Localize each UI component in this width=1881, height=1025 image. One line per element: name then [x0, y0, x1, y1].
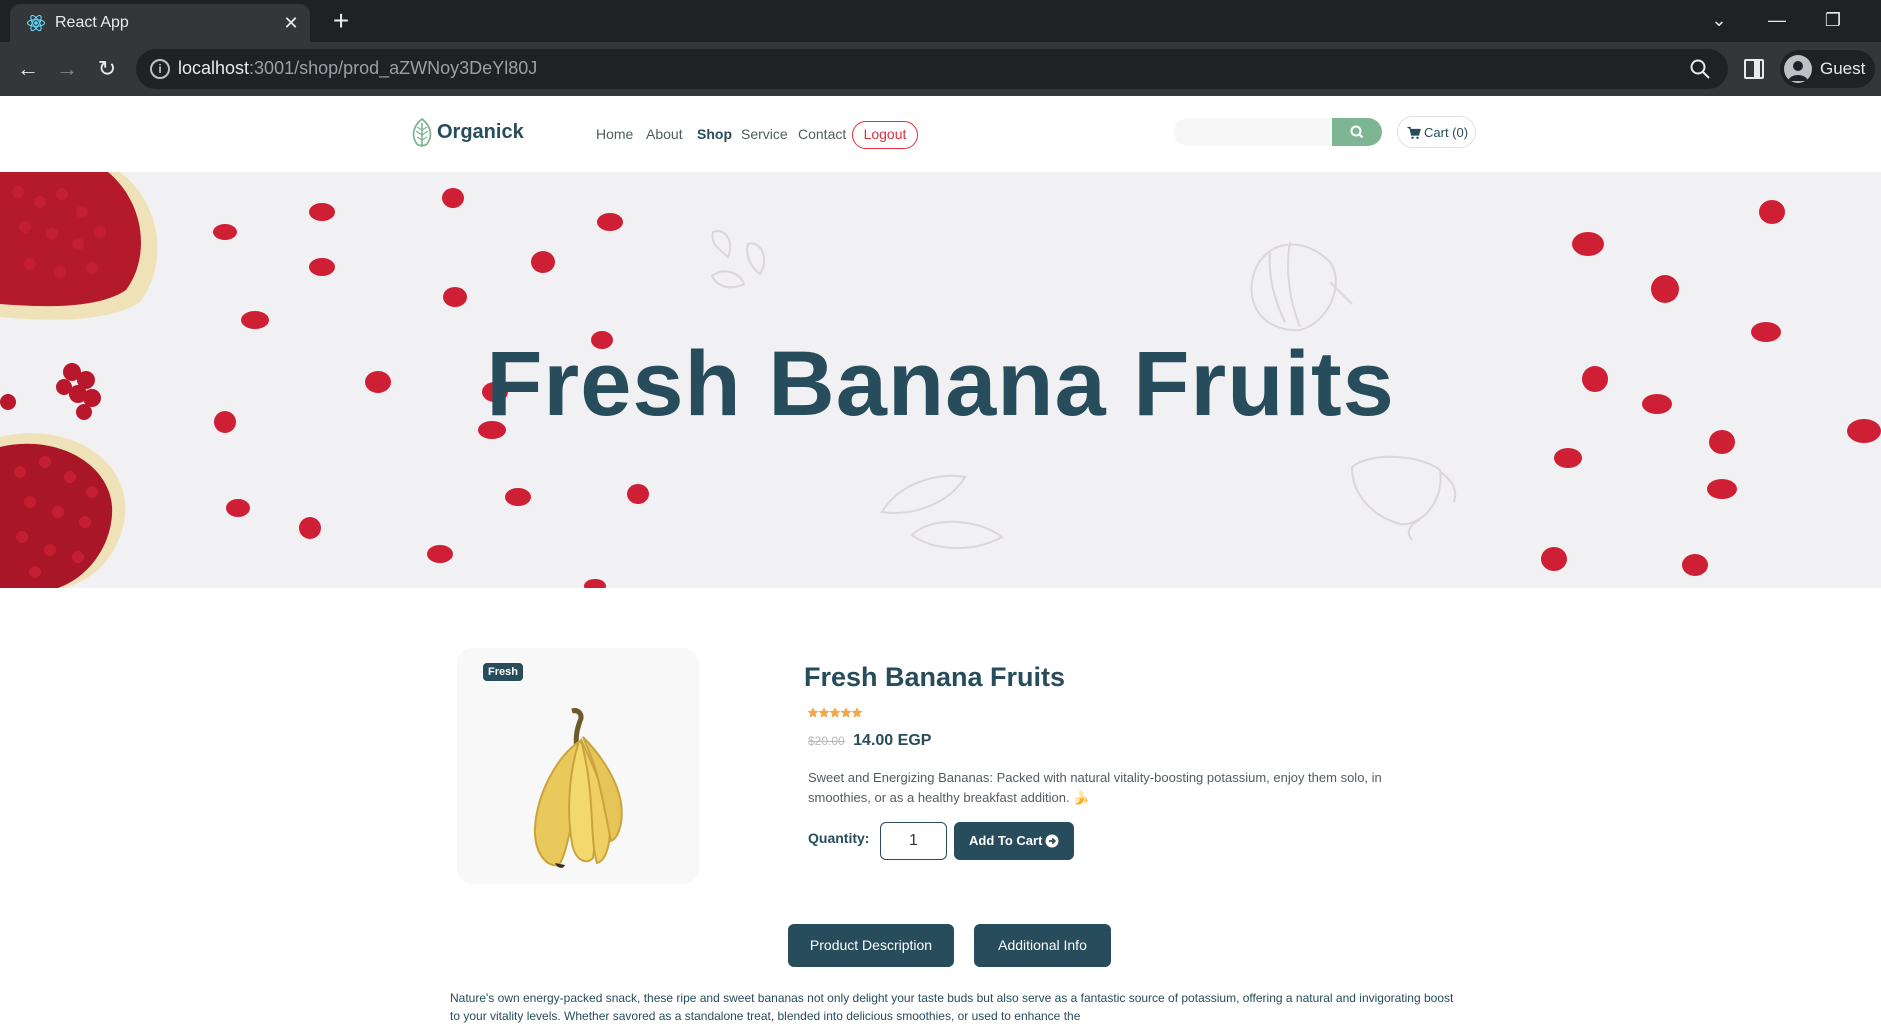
- hero-title: Fresh Banana Fruits: [486, 333, 1395, 435]
- add-to-cart-label: Add To Cart: [969, 833, 1043, 848]
- price-row: $20.00 14.00 EGP: [808, 732, 931, 750]
- minimize-icon[interactable]: —: [1762, 6, 1792, 34]
- new-tab-button[interactable]: +: [326, 6, 356, 36]
- cart-button[interactable]: Cart (0): [1397, 116, 1476, 148]
- nav-home[interactable]: Home: [596, 126, 633, 142]
- product-title: Fresh Banana Fruits: [804, 662, 1066, 692]
- side-panel-icon[interactable]: [1744, 59, 1764, 79]
- current-price: 14.00 EGP: [853, 732, 932, 749]
- hero-banner: Fresh Banana Fruits: [0, 172, 1881, 588]
- cart-icon: [1407, 126, 1421, 139]
- tab-title: React App: [55, 14, 129, 31]
- browser-toolbar: ← → ↻ i localhost:3001/shop/prod_aZWNoy3…: [0, 42, 1881, 96]
- nav-service[interactable]: Service: [741, 126, 788, 142]
- browser-tab[interactable]: React App ✕: [10, 4, 310, 42]
- old-price: $20.00: [808, 734, 845, 748]
- search-input[interactable]: [1174, 118, 1334, 146]
- star-rating: [807, 707, 863, 718]
- search-button[interactable]: [1332, 118, 1382, 146]
- url-text[interactable]: localhost:3001/shop/prod_aZWNoy3DeYl80J: [178, 58, 537, 79]
- url-path: :3001/shop/prod_aZWNoy3DeYl80J: [249, 58, 538, 78]
- arrow-circle-right-icon: [1045, 834, 1059, 848]
- quantity-label: Quantity:: [808, 830, 870, 846]
- search-bar: [1174, 118, 1382, 146]
- add-to-cart-button[interactable]: Add To Cart: [954, 822, 1074, 860]
- tab-product-description[interactable]: Product Description: [788, 924, 954, 967]
- site-header: Organick Home About Shop Service Contact…: [0, 96, 1881, 172]
- leaf-logo-icon: [412, 118, 432, 147]
- profile-button[interactable]: Guest: [1780, 50, 1875, 88]
- cart-label: Cart (0): [1424, 125, 1469, 140]
- avatar-icon: [1784, 55, 1812, 83]
- banana-image: [533, 708, 623, 868]
- address-bar[interactable]: i localhost:3001/shop/prod_aZWNoy3DeYl80…: [136, 49, 1728, 89]
- site-info-icon[interactable]: i: [150, 59, 170, 79]
- close-tab-icon[interactable]: ✕: [280, 12, 302, 34]
- nav-about[interactable]: About: [646, 126, 683, 142]
- zoom-icon[interactable]: [1688, 57, 1712, 81]
- product-short-description: Sweet and Energizing Bananas: Packed wit…: [808, 770, 1382, 805]
- product-badge: Fresh: [483, 663, 523, 681]
- nav-shop[interactable]: Shop: [697, 126, 732, 142]
- forward-arrow-icon[interactable]: →: [52, 54, 82, 84]
- logo-text: Organick: [437, 121, 524, 143]
- product-long-description: Nature's own energy-packed snack, these …: [450, 991, 1454, 1023]
- product-image-card: Fresh: [457, 648, 699, 884]
- back-arrow-icon[interactable]: ←: [13, 54, 43, 84]
- profile-name: Guest: [1820, 59, 1866, 78]
- tab-strip: React App ✕ + ⌄ — ❐: [0, 0, 1881, 42]
- tab-additional-info[interactable]: Additional Info: [974, 924, 1111, 967]
- quantity-input[interactable]: [880, 822, 947, 860]
- browser-chrome: React App ✕ + ⌄ — ❐ ← → ↻ i localhost:30…: [0, 0, 1881, 96]
- url-host: localhost: [178, 58, 250, 78]
- logout-button[interactable]: Logout: [852, 121, 918, 149]
- reload-icon[interactable]: ↻: [92, 54, 122, 84]
- react-icon: [26, 14, 46, 32]
- search-icon: [1350, 125, 1364, 139]
- nav-contact[interactable]: Contact: [798, 126, 846, 142]
- tab-search-chevron-icon[interactable]: ⌄: [1704, 6, 1734, 34]
- restore-icon[interactable]: ❐: [1818, 6, 1848, 34]
